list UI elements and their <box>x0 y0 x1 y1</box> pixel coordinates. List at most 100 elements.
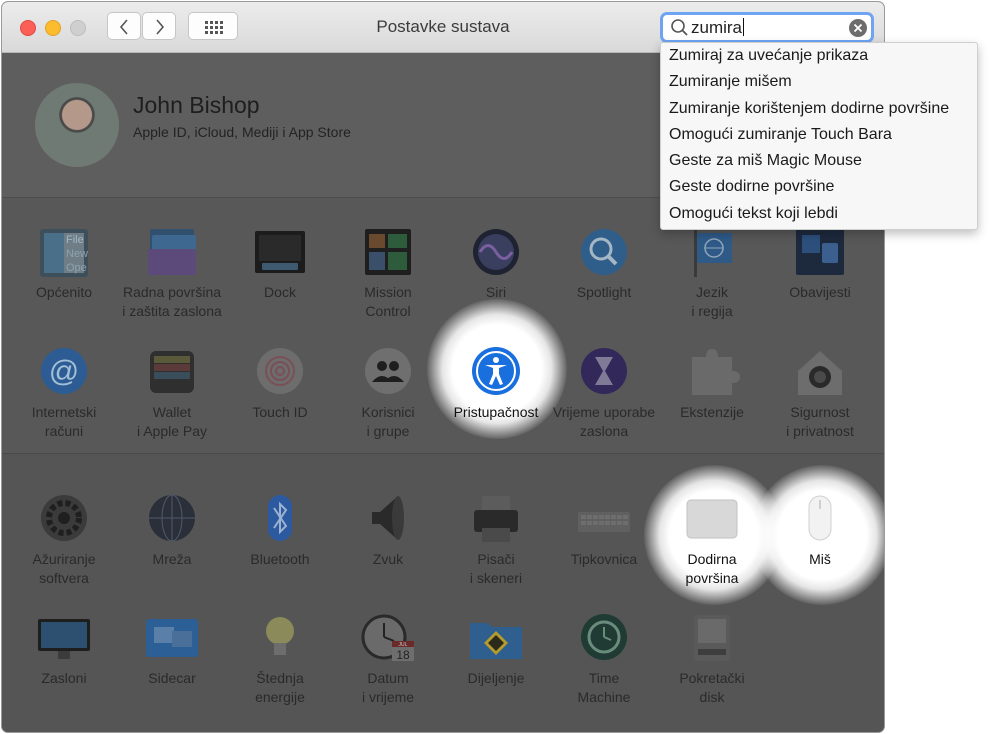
forward-button[interactable] <box>142 12 176 40</box>
pane-sound[interactable]: Zvuk <box>336 492 440 569</box>
pane-label-line: i vrijeme <box>361 689 415 705</box>
pane-displays[interactable]: Zasloni <box>12 611 116 688</box>
pane-software-update[interactable]: Ažuriranje softvera <box>12 492 116 588</box>
pane-label: Jezik i regija <box>660 283 764 321</box>
close-window-button[interactable] <box>20 20 36 36</box>
pane-keyboard[interactable]: Tipkovnica <box>552 492 656 569</box>
search-field[interactable]: zumira <box>660 12 874 43</box>
puzzle-icon <box>692 349 740 395</box>
pane-sharing[interactable]: Dijeljenje <box>444 611 548 688</box>
pane-label-line: Mission <box>364 284 412 300</box>
pane-label: Spotlight <box>552 283 656 302</box>
pane-bluetooth[interactable]: Bluetooth <box>228 492 332 569</box>
suggestion-item[interactable]: Omogući zumiranje Touch Bara <box>661 122 977 148</box>
pane-printers-scanners[interactable]: Pisači i skeneri <box>444 492 548 588</box>
pane-label: Sidecar <box>120 669 224 688</box>
pane-date-time[interactable]: JUL 18 Datum i vrijeme <box>336 611 440 707</box>
pane-trackpad[interactable]: Dodirna površina <box>660 492 764 588</box>
pane-label-line: Bluetooth <box>250 551 310 567</box>
pane-label: Vrijeme uporabe zaslona <box>552 403 656 441</box>
pane-label: Općenito <box>12 283 116 302</box>
pane-sidecar[interactable]: Sidecar <box>120 611 224 688</box>
trackpad-icon <box>686 499 738 539</box>
clear-search-button[interactable] <box>849 19 867 37</box>
pane-label: Obavijesti <box>768 283 872 302</box>
mouse-icon <box>808 495 832 541</box>
pane-mouse[interactable]: Miš <box>768 492 872 569</box>
back-button[interactable] <box>107 12 141 40</box>
pane-label-line: Wallet <box>152 404 192 420</box>
gear-icon <box>41 495 87 541</box>
pane-network[interactable]: Mreža <box>120 492 224 569</box>
suggestion-item[interactable]: Zumiraj za uvećanje prikaza <box>661 43 977 69</box>
pane-general[interactable]: File New Ope Općenito <box>12 225 116 302</box>
zoom-window-button[interactable] <box>70 20 86 36</box>
pane-siri[interactable]: Siri <box>444 225 548 302</box>
pane-security-privacy[interactable]: Sigurnost i privatnost <box>768 345 872 441</box>
lightbulb-icon <box>266 617 294 659</box>
pane-label: Time Machine <box>552 669 656 707</box>
pane-touch-id[interactable]: Touch ID <box>228 345 332 422</box>
search-input[interactable]: zumira <box>691 18 745 38</box>
pane-extensions[interactable]: Ekstenzije <box>660 345 764 422</box>
siri-icon <box>473 229 519 275</box>
pane-time-machine[interactable]: Time Machine <box>552 611 656 707</box>
minimize-window-button[interactable] <box>45 20 61 36</box>
pane-label-line: i zaštita zaslona <box>122 303 222 319</box>
pane-label-line: površina <box>685 570 739 586</box>
account-name: John Bishop <box>133 92 260 118</box>
pane-label-line: Tipkovnica <box>570 551 638 567</box>
pane-desktop-screensaver[interactable]: Radna površina i zaštita zaslona <box>120 225 224 321</box>
pane-label-line: i privatnost <box>786 423 854 439</box>
suggestion-item[interactable]: Geste za miš Magic Mouse <box>661 148 977 174</box>
pane-accessibility[interactable]: Pristupačnost <box>444 345 548 422</box>
sidecar-icon <box>146 619 198 657</box>
pane-users-groups[interactable]: Korisnici i grupe <box>336 345 440 441</box>
chevron-left-icon <box>119 19 128 35</box>
suggestion-item[interactable]: Zumiranje korištenjem dodirne površine <box>661 96 977 122</box>
pane-notifications[interactable]: Obavijesti <box>768 225 872 302</box>
pane-label-line: i grupe <box>366 423 410 439</box>
pane-dock[interactable]: Dock <box>228 225 332 302</box>
search-icon <box>671 19 688 36</box>
suggestion-item[interactable]: Omogući tekst koji lebdi <box>661 201 977 227</box>
spotlight-icon <box>581 229 627 275</box>
users-icon <box>365 348 411 394</box>
sharing-folder-icon <box>470 623 522 659</box>
pane-label: Sigurnost i privatnost <box>768 403 872 441</box>
general-icon-text-new: New <box>66 248 88 260</box>
suggestion-item[interactable]: Zumiranje mišem <box>661 69 977 95</box>
pane-startup-disk[interactable]: Pokretački disk <box>660 611 764 707</box>
chevron-right-icon <box>156 19 165 35</box>
grid-icon <box>205 21 223 34</box>
pane-language-region[interactable]: Jezik i regija <box>660 225 764 321</box>
pane-label-line: Pisači <box>477 551 515 567</box>
pane-wallet-applepay[interactable]: Wallet i Apple Pay <box>120 345 224 441</box>
general-icon: File New Ope <box>40 229 88 277</box>
pane-label: Mreža <box>120 550 224 569</box>
pane-label-line: Ažuriranje <box>32 551 96 567</box>
pane-screen-time[interactable]: Vrijeme uporabe zaslona <box>552 345 656 441</box>
pane-label-line: Jezik <box>696 284 728 300</box>
pane-label-line: Spotlight <box>576 284 632 300</box>
pane-spotlight[interactable]: Spotlight <box>552 225 656 302</box>
pane-label: Dock <box>228 283 332 302</box>
pane-label: Mission Control <box>336 283 440 321</box>
pane-label: Zasloni <box>12 669 116 688</box>
pane-mission-control[interactable]: Mission Control <box>336 225 440 321</box>
pane-label-line: Općenito <box>35 284 93 300</box>
pane-label: Dijeljenje <box>444 669 548 688</box>
pane-label-line: Machine <box>577 689 631 705</box>
show-all-button[interactable] <box>188 12 238 40</box>
pane-label: Pisači i skeneri <box>444 550 548 588</box>
pane-energy-saver[interactable]: Štednja energije <box>228 611 332 707</box>
suggestion-item[interactable]: Geste dodirne površine <box>661 174 977 200</box>
pane-label-line: Siri <box>485 284 507 300</box>
display-icon <box>38 619 90 659</box>
hourglass-icon <box>581 348 627 394</box>
pane-internet-accounts[interactable]: @ Internetski računi <box>12 345 116 441</box>
text-caret <box>743 18 745 36</box>
pane-label: Pristupačnost <box>444 403 548 422</box>
pane-label-line: računi <box>44 423 84 439</box>
accessibility-icon <box>472 347 520 395</box>
